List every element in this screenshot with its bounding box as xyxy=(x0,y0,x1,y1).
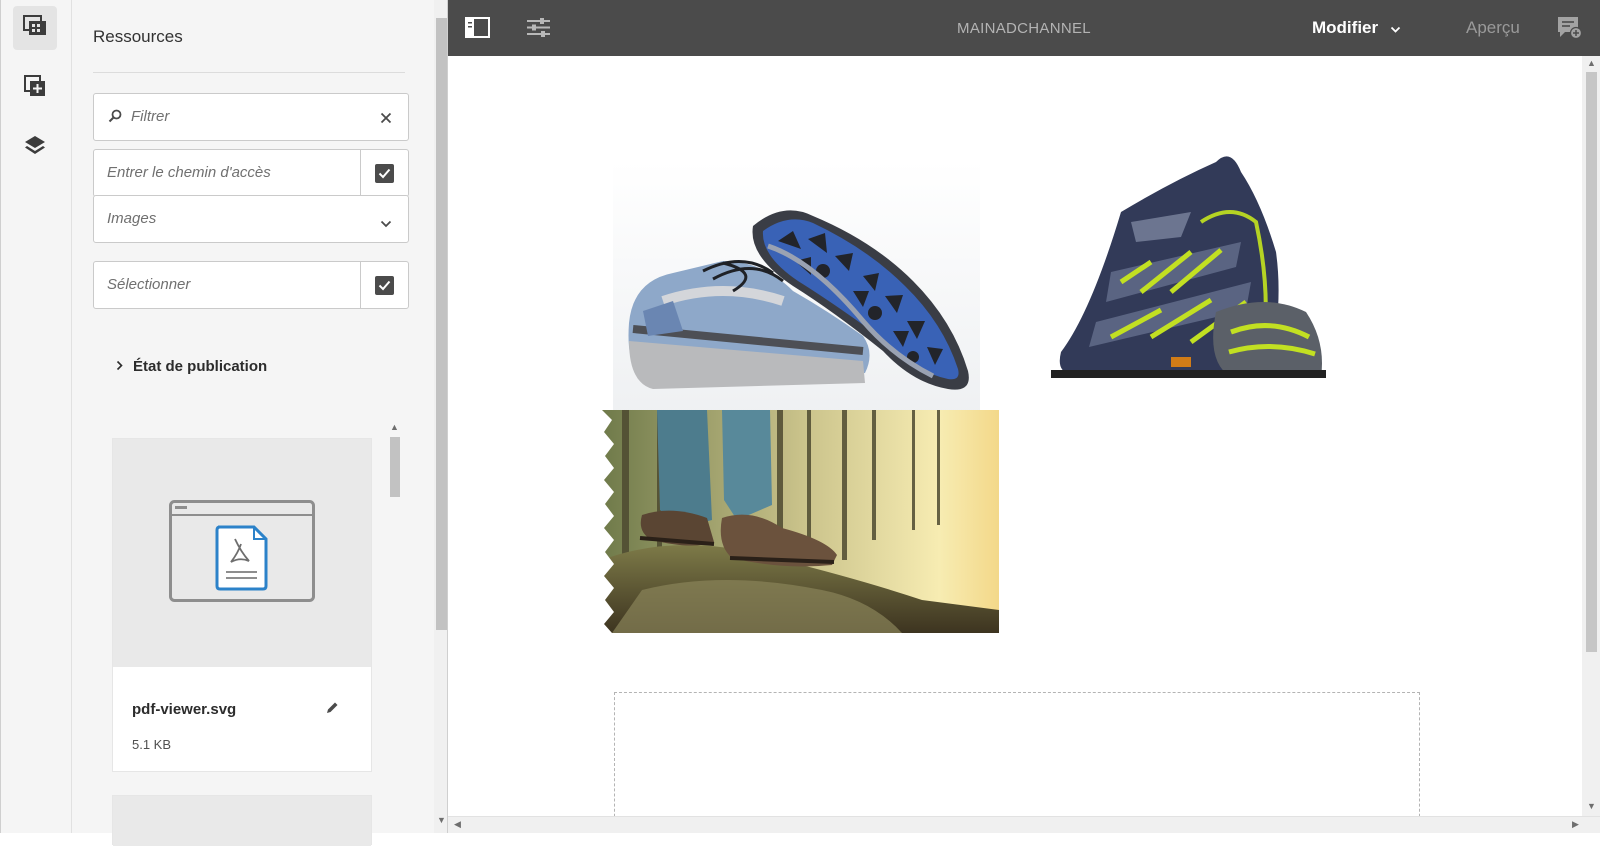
asset-type-value: Images xyxy=(107,210,157,227)
scroll-left-arrow-icon[interactable]: ◀ xyxy=(454,819,461,830)
scroll-up-arrow-icon[interactable]: ▲ xyxy=(1587,58,1596,68)
search-icon xyxy=(108,109,122,128)
side-panel-toggle-icon[interactable] xyxy=(465,17,490,43)
chevron-down-icon xyxy=(380,215,392,233)
chevron-down-icon xyxy=(1390,18,1401,38)
panel-scrollbar[interactable]: ▼ xyxy=(434,0,448,833)
mode-selector[interactable]: Modifier xyxy=(1312,18,1401,38)
pencil-icon[interactable] xyxy=(325,701,339,720)
path-browse-button[interactable] xyxy=(360,150,408,196)
asset-thumbnail xyxy=(113,796,371,846)
assets-rail-button[interactable] xyxy=(13,6,57,50)
canvas-horizontal-scrollbar[interactable]: ◀ ▶ xyxy=(448,816,1600,833)
scroll-right-arrow-icon[interactable]: ▶ xyxy=(1572,819,1579,830)
components-icon xyxy=(24,74,46,102)
checkmark-icon xyxy=(375,275,394,295)
scroll-down-arrow-icon[interactable]: ▼ xyxy=(1587,801,1596,811)
checkmark-icon xyxy=(375,163,394,183)
running-shoes-image[interactable] xyxy=(613,161,980,421)
divider xyxy=(93,72,405,73)
chevron-right-icon xyxy=(116,358,123,375)
asset-name: pdf-viewer.svg xyxy=(132,701,237,718)
assets-panel: Ressources Filtrer Entrer le chemin d'ac… xyxy=(72,0,434,846)
asset-card[interactable] xyxy=(112,795,372,846)
publish-state-toggle[interactable]: État de publication xyxy=(116,358,267,375)
side-rail xyxy=(0,0,72,833)
layers-icon xyxy=(24,134,46,161)
filter-placeholder: Filtrer xyxy=(131,108,170,125)
select-placeholder: Sélectionner xyxy=(107,276,191,293)
filter-input[interactable]: Filtrer xyxy=(93,93,409,141)
path-field[interactable]: Entrer le chemin d'accès xyxy=(93,149,409,197)
pdf-file-icon xyxy=(169,499,315,607)
scrollbar-thumb[interactable] xyxy=(436,18,447,630)
asset-thumbnail xyxy=(113,439,371,667)
asset-list-scrollbar[interactable]: ▲ xyxy=(387,421,401,833)
assets-icon xyxy=(23,14,47,42)
scrollbar-thumb[interactable] xyxy=(390,437,400,497)
select-field[interactable]: Sélectionner xyxy=(93,261,409,309)
page-properties-icon[interactable] xyxy=(526,17,551,43)
hiking-boots-image[interactable] xyxy=(602,410,999,633)
panel-title: Ressources xyxy=(93,27,183,46)
clear-icon[interactable] xyxy=(380,111,392,129)
layers-rail-button[interactable] xyxy=(13,125,57,169)
scrollbar-thumb[interactable] xyxy=(1586,72,1597,652)
page-canvas[interactable] xyxy=(448,56,1582,832)
editor-toolbar: MAINADCHANNEL Modifier Aperçu xyxy=(448,0,1600,56)
mode-label: Modifier xyxy=(1312,18,1379,37)
document-title: MAINADCHANNEL xyxy=(957,20,1091,37)
asset-card[interactable]: pdf-viewer.svg 5.1 KB xyxy=(112,438,372,772)
components-rail-button[interactable] xyxy=(13,66,57,110)
asset-type-select[interactable]: Images xyxy=(93,195,409,243)
scroll-up-arrow-icon[interactable]: ▲ xyxy=(390,422,399,432)
select-browse-button[interactable] xyxy=(360,262,408,308)
preview-button[interactable]: Aperçu xyxy=(1466,18,1520,38)
scroll-down-arrow-icon[interactable]: ▼ xyxy=(437,815,446,825)
publish-state-label: État de publication xyxy=(133,358,268,375)
annotations-icon[interactable] xyxy=(1556,15,1583,45)
asset-size: 5.1 KB xyxy=(132,737,172,752)
cycling-shoes-image[interactable] xyxy=(1051,142,1326,422)
path-placeholder: Entrer le chemin d'accès xyxy=(107,164,271,181)
canvas-vertical-scrollbar[interactable]: ▲ ▼ xyxy=(1582,56,1600,816)
drag-components-drop-zone[interactable] xyxy=(614,692,1420,832)
